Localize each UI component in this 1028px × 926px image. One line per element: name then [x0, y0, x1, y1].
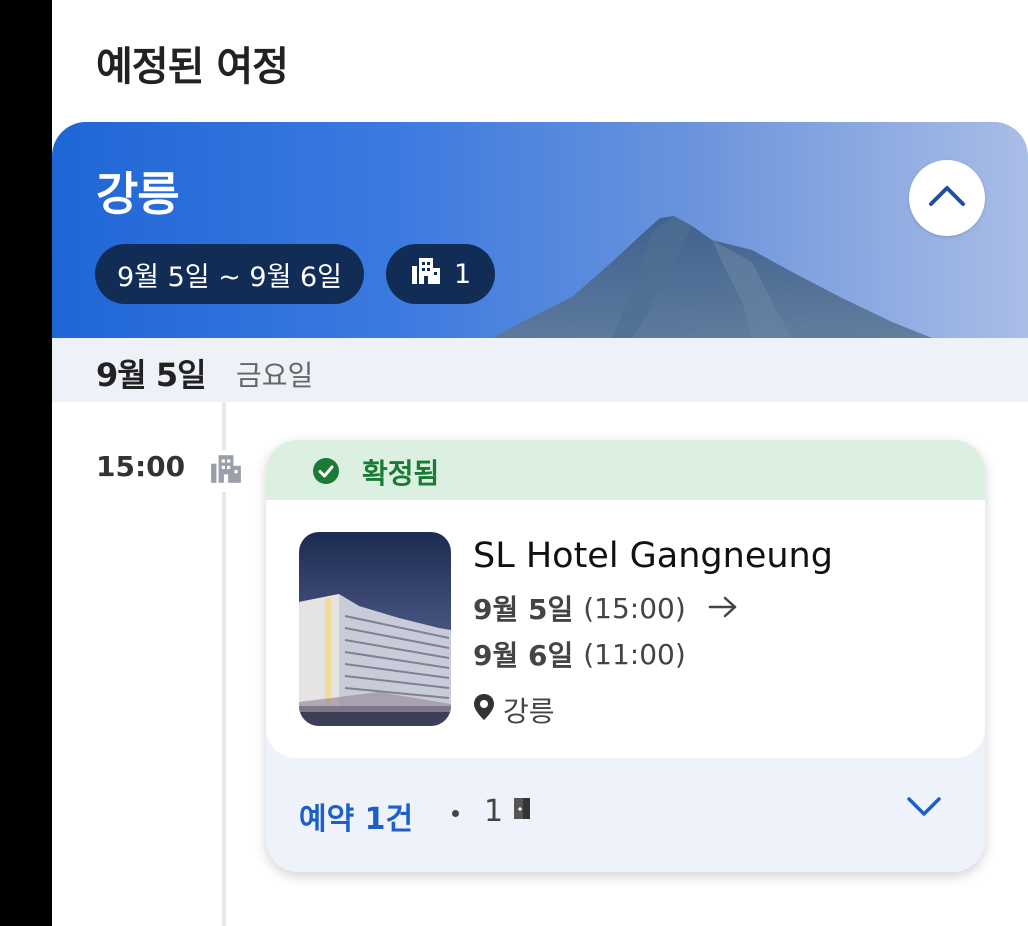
hotel-photo: [299, 532, 451, 726]
arrow-right-icon: [708, 592, 738, 625]
hotel-name: SL Hotel Gangneung: [473, 536, 833, 576]
hotel-count-pill: 1: [386, 244, 496, 304]
checkin-time: (15:00): [583, 591, 686, 625]
booking-status: 확정됨: [362, 457, 440, 490]
location-pin-icon: [473, 693, 495, 728]
trip-city: 강릉: [96, 167, 180, 221]
page-title: 예정된 여정: [96, 44, 289, 90]
mountain-background-image: [492, 216, 932, 338]
reservation-count: 예약 1건: [299, 802, 414, 837]
hotel-location: 강릉: [503, 695, 555, 728]
trip-date-range-pill: 9월 5일 ~ 9월 6일: [95, 244, 365, 304]
chevron-up-icon: [927, 184, 967, 212]
trip-date-range: 9월 5일 ~ 9월 6일: [117, 261, 343, 293]
checkout-row: 9월 6일 (11:00): [473, 634, 686, 674]
checkin-row: 9월 5일 (15:00): [473, 588, 738, 628]
left-edge-bar: [0, 0, 52, 926]
checkout-time: (11:00): [583, 637, 686, 671]
hotel-building-icon: [410, 256, 442, 293]
checkout-date: 9월 6일: [473, 639, 574, 672]
location-row: 강릉: [473, 690, 555, 730]
booking-status-strip: 확정됨: [266, 440, 985, 500]
separator-dot: [452, 810, 459, 817]
day-header: 9월 5일 금요일: [52, 338, 1028, 402]
chevron-down-icon: [906, 797, 942, 822]
check-circle-icon: [312, 457, 340, 489]
day-weekday: 금요일: [236, 359, 314, 392]
hotel-building-icon: [209, 450, 243, 492]
collapse-trip-button[interactable]: [909, 160, 985, 236]
booking-card-footer[interactable]: 예약 1건 1: [266, 758, 985, 872]
hotel-count: 1: [454, 258, 472, 290]
hotel-details[interactable]: SL Hotel Gangneung 9월 5일 (15:00) 9월 6일 (…: [266, 500, 985, 758]
trip-header[interactable]: 강릉 9월 5일 ~ 9월 6일 1: [52, 122, 1028, 338]
booking-time: 15:00: [96, 450, 186, 483]
day-date: 9월 5일: [96, 356, 207, 394]
room-count-group: 1: [484, 794, 533, 829]
expand-booking-button[interactable]: [906, 794, 942, 822]
checkin-date: 9월 5일: [473, 593, 574, 626]
hotel-booking-card[interactable]: 확정됨 SL Hotel Gangneung 9월 5일 (15:00) 9월 …: [266, 440, 985, 872]
room-count: 1: [484, 794, 504, 829]
door-icon: [511, 794, 533, 829]
